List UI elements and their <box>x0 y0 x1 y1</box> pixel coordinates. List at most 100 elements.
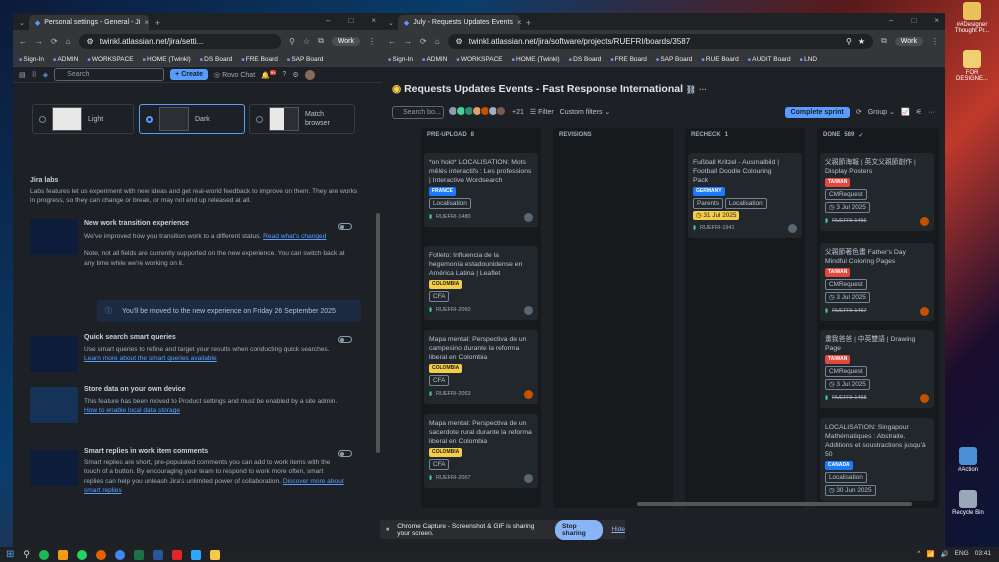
help-icon[interactable]: ? <box>282 71 286 78</box>
board-horizontal-scrollbar[interactable] <box>637 502 912 506</box>
avatar[interactable] <box>304 69 315 80</box>
theme-option-match-browser[interactable]: Match browser <box>249 104 355 134</box>
tray-network-icon[interactable]: 📶 <box>926 550 934 558</box>
assignee-avatar[interactable] <box>920 217 929 226</box>
assignee-avatar[interactable] <box>920 307 929 316</box>
theme-option-dark[interactable]: Dark <box>139 104 245 134</box>
forward-icon-right[interactable]: → <box>404 37 412 46</box>
assignee-avatar[interactable] <box>524 306 533 315</box>
transition-toggle[interactable] <box>338 223 352 230</box>
bookmark-ds-board-right[interactable]: DS Board <box>569 56 601 63</box>
local-storage-link[interactable]: How to enable local data storage <box>84 406 344 415</box>
board-more-icon[interactable]: ··· <box>699 85 707 94</box>
bookmark-lnd[interactable]: LND <box>800 56 817 63</box>
close-window-icon-right[interactable]: × <box>934 16 939 25</box>
refresh-icon[interactable]: ⟳ <box>856 108 862 116</box>
extensions-icon-right[interactable]: ⧉ <box>881 36 887 46</box>
menu-icon-right[interactable]: ⋮ <box>931 37 939 46</box>
minimize-icon-right[interactable]: – <box>889 16 893 25</box>
tab-search-icon[interactable]: ⌄ <box>19 19 25 27</box>
menu-icon[interactable]: ⋮ <box>368 37 376 46</box>
smart-queries-toggle[interactable] <box>338 336 352 343</box>
close-window-icon[interactable]: × <box>371 16 376 25</box>
taskbar-app-photoshop-icon[interactable] <box>190 549 201 560</box>
reload-icon-right[interactable]: ⟳ <box>420 37 427 46</box>
card-ruefri-1458[interactable]: 畫我爸爸 | 中英雙語 | Drawing Page TAIWAN CMRequ… <box>820 330 934 408</box>
filter-button[interactable]: ☰ Filter <box>530 108 554 116</box>
taskbar-app-explorer-icon[interactable] <box>209 549 220 560</box>
bookmark-admin-right[interactable]: ADMIN <box>422 56 447 63</box>
bookmark-workspace-right[interactable]: WORKSPACE <box>456 56 503 63</box>
start-icon[interactable]: ⊞ <box>6 549 14 560</box>
profile-button[interactable]: Work <box>331 36 360 46</box>
close-tab-icon-right[interactable]: × <box>517 18 522 27</box>
home-icon[interactable]: ⌂ <box>66 37 71 46</box>
assignee-avatar[interactable] <box>524 474 533 483</box>
url-field-right[interactable]: ⚙ twinkl.atlassian.net/jira/software/proj… <box>447 33 874 49</box>
card-ruefri-1480[interactable]: *on hold* LOCALISATION: Mots mêlés inter… <box>424 153 538 227</box>
custom-filters-dropdown[interactable]: Custom filters ⌄ <box>560 108 611 116</box>
smart-replies-toggle[interactable] <box>338 450 352 457</box>
bookmark-sap-board-right[interactable]: SAP Board <box>656 56 692 63</box>
bookmark-audit-board[interactable]: AUDIT Board <box>748 56 791 63</box>
assignee-avatar[interactable] <box>920 394 929 403</box>
bookmark-signin-right[interactable]: Sign-In <box>388 56 413 63</box>
bookmark-workspace[interactable]: WORKSPACE <box>87 56 134 63</box>
board-search-input[interactable]: Search bo... <box>392 105 444 119</box>
card-localisation-singapour[interactable]: LOCALISATION: Singapour Mathématiques : … <box>820 418 934 501</box>
search-input[interactable]: Search <box>54 68 165 81</box>
tray-volume-icon[interactable]: 🔊 <box>941 550 949 558</box>
insights-icon[interactable]: 📈 <box>901 108 910 116</box>
maximize-icon-right[interactable]: □ <box>911 16 916 25</box>
forward-icon[interactable]: → <box>35 37 43 46</box>
bookmark-fre-board-right[interactable]: FRE Board <box>610 56 647 63</box>
bookmark-signin[interactable]: Sign-In <box>19 56 44 63</box>
desktop-icon-designer[interactable]: ##Designer Thought Pr... <box>952 2 992 34</box>
tab-board[interactable]: ◆ July - Requests Updates Events × <box>397 15 522 30</box>
sidebar-toggle-icon[interactable]: ▤ <box>19 71 26 79</box>
star-icon-right[interactable]: ★ <box>858 37 865 46</box>
assignee-avatar[interactable] <box>524 390 533 399</box>
hide-share-bar-link[interactable]: Hide <box>611 526 625 533</box>
taskbar-app-acrobat-icon[interactable] <box>171 549 182 560</box>
minimize-icon[interactable]: – <box>326 16 330 25</box>
smart-queries-link[interactable]: Learn more about the smart queries avail… <box>84 355 217 362</box>
theme-option-light[interactable]: Light <box>32 104 134 134</box>
taskbar-app-spotify-icon[interactable] <box>38 549 49 560</box>
more-icon[interactable]: ··· <box>928 109 935 116</box>
taskbar-app-whatsapp-icon[interactable] <box>76 549 87 560</box>
zoom-icon[interactable]: ⚲ <box>289 37 295 46</box>
desktop-icon-action[interactable]: #Action <box>948 447 988 473</box>
new-tab-icon-right[interactable]: + <box>526 18 531 28</box>
taskbar-search-icon[interactable]: ⚲ <box>23 549 30 560</box>
stop-sharing-button[interactable]: Stop sharing <box>555 519 604 540</box>
app-switcher-icon[interactable]: ⠿ <box>32 71 37 79</box>
jira-logo-icon[interactable]: ◈ <box>43 71 48 79</box>
taskbar-app-excel-icon[interactable] <box>133 549 144 560</box>
card-ruefri-2063[interactable]: Mapa mental: Perspectiva de un campesino… <box>424 330 538 404</box>
settings-scrollbar[interactable] <box>376 213 380 453</box>
avatar-more-count[interactable]: +21 <box>512 109 524 116</box>
url-field[interactable]: ⚙ twinkl.atlassian.net/jira/setti... <box>78 33 282 49</box>
zoom-icon-right[interactable]: ⚲ <box>846 37 852 46</box>
create-button[interactable]: + Create <box>170 69 208 80</box>
tab-search-icon-right[interactable]: ⌄ <box>388 19 394 27</box>
settings-gear-icon[interactable]: ⚙ <box>292 71 298 79</box>
bookmark-admin[interactable]: ADMIN <box>53 56 78 63</box>
card-ruefri-1456[interactable]: 父親節海報 | 英文父親節創作 | Display Posters TAIWAN… <box>820 153 934 231</box>
avatar-group[interactable] <box>448 106 506 118</box>
new-tab-icon[interactable]: + <box>155 18 160 28</box>
complete-sprint-button[interactable]: Complete sprint <box>784 106 850 118</box>
back-icon-right[interactable]: ← <box>388 37 396 46</box>
desktop-icon-for-designers[interactable]: FOR DESIGNE... <box>952 50 992 82</box>
tab-personal-settings[interactable]: ◆ Personal settings - General - Ji × <box>28 15 149 30</box>
extensions-icon[interactable]: ⧉ <box>318 36 324 46</box>
home-icon-right[interactable]: ⌂ <box>435 37 440 46</box>
bookmark-home[interactable]: HOME (Twinkl) <box>143 56 191 63</box>
bookmark-ds-board[interactable]: DS Board <box>200 56 232 63</box>
bookmark-home-right[interactable]: HOME (Twinkl) <box>512 56 560 63</box>
read-whats-changed-link[interactable]: Read what's changed <box>263 233 326 240</box>
taskbar-app-firefox-icon[interactable] <box>95 549 106 560</box>
rovo-chat-button[interactable]: ◎ Rovo Chat <box>214 71 255 79</box>
assignee-avatar[interactable] <box>524 213 533 222</box>
